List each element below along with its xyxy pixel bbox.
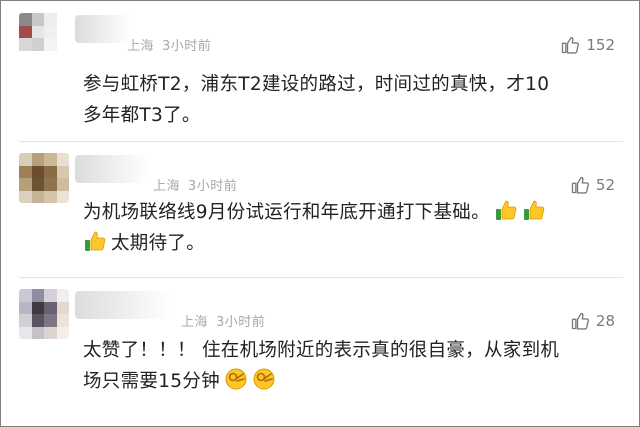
avatar-mosaic-cell: [56, 13, 69, 26]
avatar-mosaic-cell: [19, 178, 32, 191]
avatar-mosaic-cell: [19, 38, 32, 51]
thumbs-up-emoji-icon: [85, 231, 106, 251]
avatar-mosaic-cell: [56, 190, 69, 203]
timestamp: 3小时前: [188, 179, 238, 194]
avatar-mosaic-cell: [44, 25, 57, 38]
avatar-mosaic-cell: [44, 314, 57, 327]
avatar-mosaic-cell: [56, 314, 69, 327]
like-button[interactable]: 52: [570, 175, 615, 195]
avatar-mosaic-cell: [31, 153, 44, 166]
username-blurred[interactable]: [75, 155, 149, 183]
avatar-mosaic-cell: [56, 178, 69, 191]
ok-hand-emoji-icon: [253, 368, 275, 390]
avatar-mosaic-cell: [56, 153, 69, 166]
avatar-mosaic-cell: [56, 289, 69, 302]
comment-line: 场只需要15分钟: [83, 366, 613, 397]
divider: [19, 141, 623, 142]
comment-text: 太赞了！！！ 住在机场附近的表示真的很自豪，从家到机 场只需要15分钟: [83, 335, 613, 397]
avatar-mosaic-cell: [44, 190, 57, 203]
avatar-mosaic-cell: [31, 178, 44, 191]
thumbs-up-icon: [562, 36, 580, 54]
thumbs-up-icon: [571, 176, 589, 194]
comment-text: 参与虹桥T2，浦东T2建设的路过，时间过的真快，才10 多年都T3了。: [83, 69, 613, 131]
comment-meta: 上海 3小时前: [127, 35, 211, 54]
avatar-mosaic-cell: [31, 50, 44, 63]
avatar-mosaic-cell: [56, 301, 69, 314]
comment-meta: 上海 3小时前: [181, 311, 265, 330]
location-label: 上海: [153, 179, 181, 194]
comment-line: 太赞了！！！ 住在机场附近的表示真的很自豪，从家到机: [83, 340, 560, 361]
avatar-mosaic-cell: [31, 314, 44, 327]
avatar-mosaic-cell: [31, 289, 44, 302]
avatar-mosaic-cell: [19, 301, 32, 314]
comments-panel: 上海 3小时前 152 参与虹桥T2，浦东T2建设的路过，时间过的真快，才10 多…: [0, 0, 640, 427]
like-count: 28: [595, 312, 615, 330]
avatar[interactable]: [19, 153, 69, 203]
avatar-mosaic-cell: [56, 25, 69, 38]
timestamp: 3小时前: [216, 315, 266, 330]
comment-line: 参与虹桥T2，浦东T2建设的路过，时间过的真快，才10: [83, 74, 550, 95]
location-label: 上海: [127, 39, 155, 54]
comment-line-text: 场只需要15分钟: [83, 371, 220, 392]
like-button[interactable]: 152: [560, 35, 615, 55]
comment-line-text: 为机场联络线9月份试运行和年底开通打下基础。: [83, 202, 490, 223]
avatar-mosaic-cell: [44, 178, 57, 191]
avatar-mosaic-cell: [56, 50, 69, 63]
avatar-mosaic-cell: [31, 190, 44, 203]
thumbs-up-emoji-icon: [523, 200, 545, 220]
thumbs-up-emoji-icon: [495, 200, 517, 220]
avatar-mosaic-cell: [31, 38, 44, 51]
comment-line: 为机场联络线9月份试运行和年底开通打下基础。: [83, 197, 613, 228]
avatar[interactable]: [19, 289, 69, 339]
username-blurred[interactable]: [75, 15, 131, 43]
avatar-mosaic-cell: [44, 153, 57, 166]
avatar-mosaic-cell: [19, 13, 32, 26]
avatar-mosaic-cell: [19, 153, 32, 166]
avatar-mosaic-cell: [56, 165, 69, 178]
avatar-mosaic-cell: [31, 165, 44, 178]
timestamp: 3小时前: [162, 39, 212, 54]
comment-meta: 上海 3小时前: [153, 175, 237, 194]
avatar-mosaic-cell: [44, 326, 57, 339]
avatar-mosaic-cell: [31, 25, 44, 38]
location-label: 上海: [181, 315, 209, 330]
avatar-mosaic-cell: [44, 38, 57, 51]
avatar-mosaic-cell: [44, 301, 57, 314]
avatar-mosaic-cell: [56, 38, 69, 51]
username-blurred[interactable]: [75, 291, 171, 319]
comment-line: 多年都T3了。: [83, 105, 201, 126]
avatar-mosaic-cell: [44, 13, 57, 26]
avatar-mosaic-cell: [44, 165, 57, 178]
avatar-mosaic-cell: [19, 314, 32, 327]
avatar-mosaic-cell: [19, 289, 32, 302]
avatar-mosaic-cell: [31, 301, 44, 314]
avatar-mosaic-cell: [19, 25, 32, 38]
like-count: 152: [586, 36, 615, 54]
ok-hand-emoji-icon: [225, 368, 247, 390]
thumbs-up-icon: [571, 312, 589, 330]
divider: [19, 277, 623, 278]
like-button[interactable]: 28: [570, 311, 615, 331]
comment-line: 太期待了。: [83, 228, 613, 259]
avatar-mosaic-cell: [31, 326, 44, 339]
avatar-mosaic-cell: [19, 165, 32, 178]
avatar-mosaic-cell: [19, 190, 32, 203]
comment-line-text: 太期待了。: [111, 233, 206, 254]
like-count: 52: [595, 176, 615, 194]
avatar-mosaic-cell: [56, 326, 69, 339]
avatar-mosaic-cell: [44, 289, 57, 302]
comment-text: 为机场联络线9月份试运行和年底开通打下基础。 太期待了。: [83, 197, 613, 259]
avatar[interactable]: [19, 13, 69, 63]
avatar-mosaic-cell: [31, 13, 44, 26]
avatar-mosaic-cell: [19, 50, 32, 63]
avatar-mosaic-cell: [44, 50, 57, 63]
avatar-mosaic-cell: [19, 326, 32, 339]
